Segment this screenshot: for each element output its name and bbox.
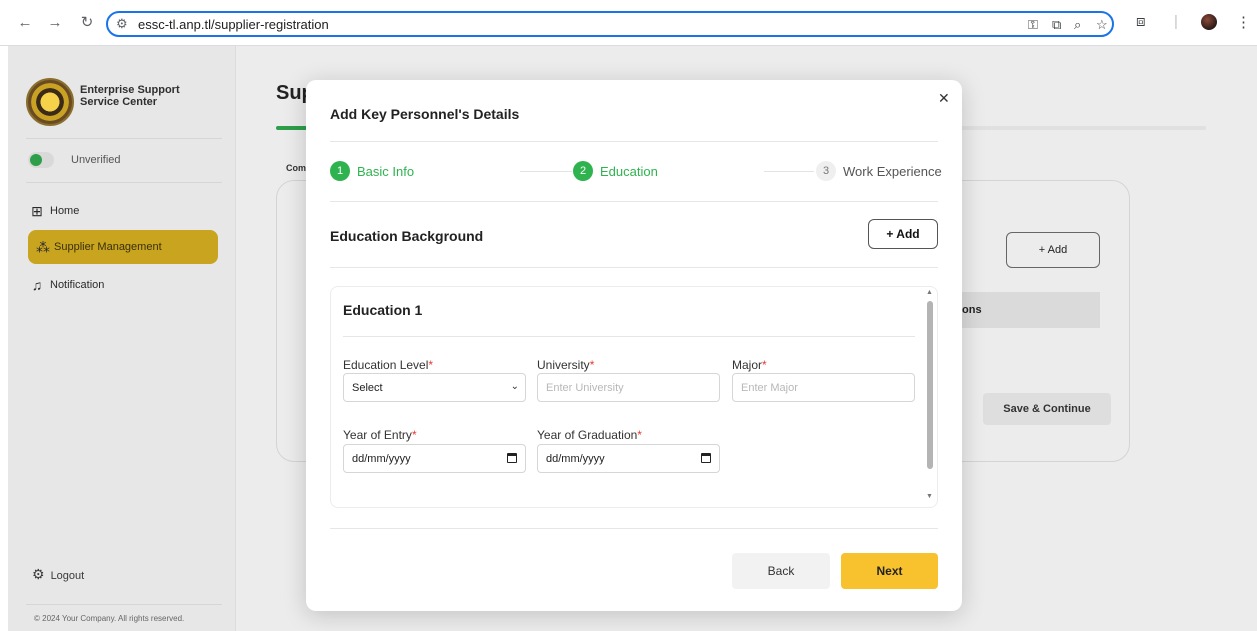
divider bbox=[330, 201, 938, 202]
step-number: 3 bbox=[816, 161, 836, 181]
bookmark-star-icon[interactable]: ☆ bbox=[1096, 17, 1108, 33]
back-button[interactable]: Back bbox=[732, 553, 830, 589]
divider bbox=[330, 267, 938, 268]
key-personnel-modal: ✕ Add Key Personnel's Details 1 Basic In… bbox=[306, 80, 962, 611]
logout-gear-icon: ⚙ bbox=[32, 566, 45, 582]
table-header-fragment: ons bbox=[962, 304, 982, 316]
section-title: Education Background bbox=[330, 228, 484, 244]
step-label: Work Experience bbox=[843, 164, 942, 179]
step-number: 1 bbox=[330, 161, 350, 181]
calendar-icon[interactable] bbox=[507, 453, 517, 463]
sidebar-item-label: Notification bbox=[50, 279, 105, 291]
step-label: Education bbox=[600, 164, 658, 179]
add-education-button[interactable]: + Add bbox=[868, 219, 938, 249]
year-of-graduation-input[interactable]: dd/mm/yyyy bbox=[537, 444, 720, 473]
step-connector bbox=[764, 171, 814, 172]
education-title: Education 1 bbox=[343, 302, 423, 318]
sidebar-item-home[interactable]: ⊞ Home bbox=[28, 194, 218, 228]
calendar-icon[interactable] bbox=[701, 453, 711, 463]
year-of-entry-label: Year of Entry* bbox=[343, 428, 417, 442]
year-of-graduation-label: Year of Graduation* bbox=[537, 428, 642, 442]
major-placeholder: Enter Major bbox=[741, 382, 798, 394]
bell-icon: ♫ bbox=[31, 277, 43, 293]
education-level-select[interactable]: Select ⌄ bbox=[343, 373, 526, 402]
status-toggle[interactable] bbox=[28, 152, 54, 168]
sidebar-divider bbox=[26, 138, 222, 139]
sidebar-item-supplier-management[interactable]: ⁂ Supplier Management bbox=[28, 230, 218, 264]
scroll-up-icon[interactable]: ▲ bbox=[926, 289, 933, 296]
scrollbar[interactable]: ▲ ▼ bbox=[923, 287, 937, 507]
logout-button[interactable]: ⚙ Logout bbox=[32, 566, 84, 583]
step-label: Basic Info bbox=[357, 164, 415, 179]
step-number: 2 bbox=[573, 161, 593, 181]
site-settings-icon[interactable]: ⚙ bbox=[116, 16, 128, 32]
extensions-icon[interactable]: ⧈ bbox=[1136, 13, 1146, 30]
scrollbar-thumb[interactable] bbox=[927, 301, 933, 469]
major-label: Major* bbox=[732, 358, 767, 372]
step-connector bbox=[520, 171, 572, 172]
divider bbox=[343, 336, 915, 337]
scroll-down-icon[interactable]: ▼ bbox=[926, 493, 933, 500]
back-arrow-icon[interactable]: ← bbox=[14, 12, 36, 34]
sidebar bbox=[8, 46, 236, 631]
university-label: University* bbox=[537, 358, 595, 372]
save-continue-button[interactable]: Save & Continue bbox=[983, 393, 1111, 425]
chevron-down-icon: ⌄ bbox=[510, 381, 519, 392]
education-level-label: Education Level* bbox=[343, 358, 434, 372]
logout-label: Logout bbox=[50, 570, 85, 582]
reload-icon[interactable]: ↻ bbox=[76, 12, 98, 34]
background-add-button[interactable]: + Add bbox=[1006, 232, 1100, 268]
forward-arrow-icon[interactable]: → bbox=[44, 12, 66, 34]
profile-avatar[interactable] bbox=[1201, 14, 1217, 30]
year-of-entry-input[interactable]: dd/mm/yyyy bbox=[343, 444, 526, 473]
home-grid-icon: ⊞ bbox=[31, 203, 43, 219]
password-key-icon[interactable]: ⚿ bbox=[1028, 17, 1038, 33]
sidebar-item-notification[interactable]: ♫ Notification bbox=[28, 268, 218, 302]
logo-text: Enterprise Support Service Center bbox=[80, 84, 180, 108]
copyright-text: © 2024 Your Company. All rights reserved… bbox=[34, 614, 185, 623]
more-menu-icon[interactable]: ⋮ bbox=[1236, 13, 1251, 31]
next-button[interactable]: Next bbox=[841, 553, 938, 589]
divider bbox=[330, 528, 938, 529]
divider bbox=[330, 141, 938, 142]
sidebar-divider bbox=[26, 182, 222, 183]
education-card: Education 1 Education Level* Select ⌄ Un… bbox=[330, 286, 938, 508]
close-icon[interactable]: ✕ bbox=[938, 90, 950, 107]
install-app-icon[interactable]: ⧉ bbox=[1052, 17, 1061, 33]
select-value: Select bbox=[352, 382, 383, 394]
address-bar[interactable]: ⚙ essc-tl.anp.tl/supplier-registration ⚿… bbox=[106, 11, 1114, 37]
modal-title: Add Key Personnel's Details bbox=[330, 106, 520, 122]
url-text: essc-tl.anp.tl/supplier-registration bbox=[138, 17, 329, 32]
background-table-header: ons bbox=[962, 292, 1100, 328]
company-logo bbox=[26, 78, 74, 126]
major-input[interactable]: Enter Major bbox=[732, 373, 915, 402]
university-placeholder: Enter University bbox=[546, 382, 624, 394]
zoom-icon[interactable]: ⌕ bbox=[1074, 17, 1081, 33]
date-value: dd/mm/yyyy bbox=[352, 453, 411, 465]
verification-status: Unverified bbox=[28, 150, 218, 172]
sidebar-item-label: Supplier Management bbox=[54, 241, 162, 253]
sidebar-divider bbox=[26, 604, 222, 605]
university-input[interactable]: Enter University bbox=[537, 373, 720, 402]
sidebar-item-label: Home bbox=[50, 205, 80, 217]
supplier-group-icon: ⁂ bbox=[36, 239, 50, 255]
tab-fragment: Com bbox=[286, 163, 306, 173]
toolbar-divider: | bbox=[1174, 13, 1178, 30]
browser-toolbar: ← → ↻ ⚙ essc-tl.anp.tl/supplier-registra… bbox=[0, 0, 1257, 46]
status-label: Unverified bbox=[71, 154, 121, 166]
date-value: dd/mm/yyyy bbox=[546, 453, 605, 465]
